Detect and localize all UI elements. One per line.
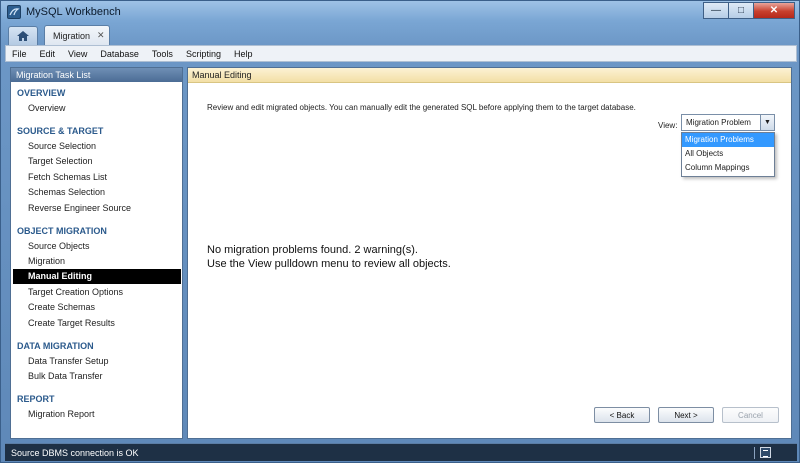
menu-tools[interactable]: Tools bbox=[152, 49, 173, 59]
sidebar-item-create-target-results[interactable]: Create Target Results bbox=[13, 316, 181, 331]
menu-database[interactable]: Database bbox=[100, 49, 139, 59]
status-message-line2: Use the View pulldown menu to review all… bbox=[207, 258, 451, 270]
app-window: MySQL Workbench — □ ✕ Migration ✕ File E… bbox=[0, 0, 800, 463]
sidebar-item-data-transfer-setup[interactable]: Data Transfer Setup bbox=[13, 354, 181, 369]
sidebar-item-target-selection[interactable]: Target Selection bbox=[13, 154, 181, 169]
close-window-icon[interactable]: ✕ bbox=[753, 2, 795, 19]
maximize-icon[interactable]: □ bbox=[728, 2, 754, 19]
tab-close-icon[interactable]: ✕ bbox=[97, 30, 105, 41]
view-select[interactable]: Migration Problem ▼ bbox=[681, 114, 775, 131]
minimize-icon[interactable]: — bbox=[703, 2, 729, 19]
sidebar-item-migration-report[interactable]: Migration Report bbox=[13, 407, 181, 422]
output-panel-icon[interactable] bbox=[760, 447, 771, 458]
section-report: REPORT bbox=[17, 394, 55, 404]
sidebar-item-reverse-engineer-source[interactable]: Reverse Engineer Source bbox=[13, 201, 181, 216]
mysql-workbench-logo-icon bbox=[7, 5, 21, 19]
tab-migration[interactable]: Migration ✕ bbox=[44, 25, 110, 45]
window-title: MySQL Workbench bbox=[26, 6, 121, 18]
status-text: Source DBMS connection is OK bbox=[11, 448, 139, 458]
view-option-all-objects[interactable]: All Objects bbox=[682, 147, 774, 161]
back-button[interactable]: < Back bbox=[594, 407, 650, 423]
view-option-column-mappings[interactable]: Column Mappings bbox=[682, 161, 774, 175]
migration-task-list: Migration Task List OVERVIEW Overview SO… bbox=[10, 67, 183, 439]
section-data-migration: DATA MIGRATION bbox=[17, 341, 94, 351]
sidebar-item-source-selection[interactable]: Source Selection bbox=[13, 139, 181, 154]
menu-bar: File Edit View Database Tools Scripting … bbox=[5, 45, 797, 62]
status-message-line1: No migration problems found. 2 warning(s… bbox=[207, 244, 418, 256]
menu-file[interactable]: File bbox=[12, 49, 27, 59]
title-bar: MySQL Workbench — □ ✕ bbox=[1, 1, 799, 23]
sidebar-item-overview[interactable]: Overview bbox=[13, 101, 181, 116]
page-title: Manual Editing bbox=[188, 68, 791, 83]
menu-edit[interactable]: Edit bbox=[40, 49, 56, 59]
sidebar-item-manual-editing[interactable]: Manual Editing bbox=[13, 269, 181, 284]
sidebar-item-fetch-schemas-list[interactable]: Fetch Schemas List bbox=[13, 170, 181, 185]
sidebar-item-create-schemas[interactable]: Create Schemas bbox=[13, 300, 181, 315]
section-overview: OVERVIEW bbox=[17, 88, 66, 98]
home-tab[interactable] bbox=[8, 26, 38, 45]
view-option-migration-problems[interactable]: Migration Problems bbox=[682, 133, 774, 147]
view-select-value: Migration Problem bbox=[686, 118, 751, 127]
menu-help[interactable]: Help bbox=[234, 49, 253, 59]
menu-scripting[interactable]: Scripting bbox=[186, 49, 221, 59]
status-divider bbox=[754, 447, 755, 459]
page-description: Review and edit migrated objects. You ca… bbox=[207, 103, 636, 112]
section-object-migration: OBJECT MIGRATION bbox=[17, 226, 107, 236]
sidebar-header: Migration Task List bbox=[11, 68, 182, 82]
status-message: No migration problems found. 2 warning(s… bbox=[207, 243, 451, 271]
manual-editing-panel: Manual Editing Review and edit migrated … bbox=[187, 67, 792, 439]
window-controls: — □ ✕ bbox=[703, 2, 795, 19]
view-label: View: bbox=[658, 121, 678, 130]
sidebar-item-source-objects[interactable]: Source Objects bbox=[13, 239, 181, 254]
sidebar-item-schemas-selection[interactable]: Schemas Selection bbox=[13, 185, 181, 200]
next-button[interactable]: Next > bbox=[658, 407, 714, 423]
section-source-target: SOURCE & TARGET bbox=[17, 126, 104, 136]
tab-strip: Migration ✕ bbox=[5, 24, 797, 45]
tab-migration-label: Migration bbox=[53, 31, 91, 41]
sidebar-item-bulk-data-transfer[interactable]: Bulk Data Transfer bbox=[13, 369, 181, 384]
sidebar-item-migration[interactable]: Migration bbox=[13, 254, 181, 269]
status-bar: Source DBMS connection is OK bbox=[5, 443, 797, 461]
home-icon bbox=[17, 31, 29, 41]
cancel-button[interactable]: Cancel bbox=[722, 407, 779, 423]
chevron-down-icon[interactable]: ▼ bbox=[760, 115, 774, 130]
view-dropdown-menu: Migration Problems All Objects Column Ma… bbox=[681, 132, 775, 177]
menu-view[interactable]: View bbox=[68, 49, 87, 59]
sidebar-item-target-creation-options[interactable]: Target Creation Options bbox=[13, 285, 181, 300]
